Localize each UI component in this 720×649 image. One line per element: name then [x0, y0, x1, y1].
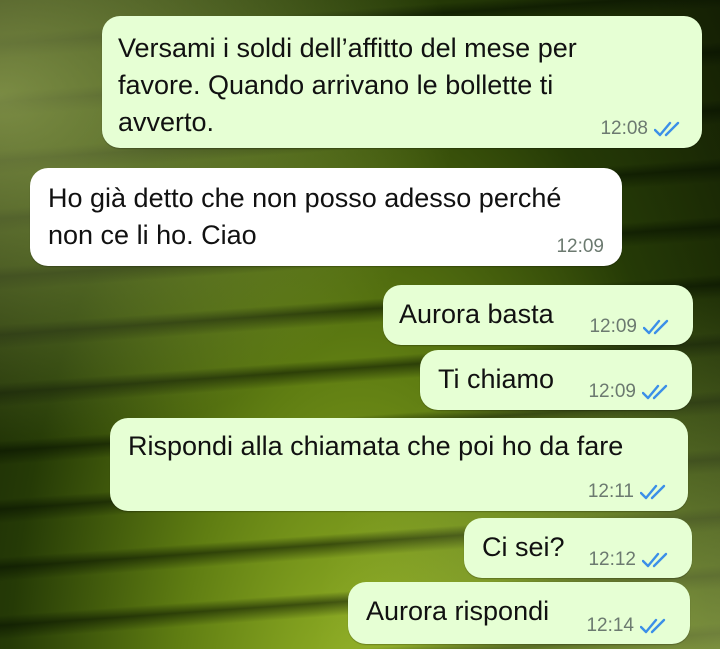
read-double-check-icon	[640, 484, 666, 500]
message-time: 12:12	[588, 549, 636, 570]
message-time: 12:11	[587, 481, 634, 502]
message-meta: 12:09	[589, 317, 673, 337]
message-time: 12:09	[556, 236, 604, 257]
message-meta: 12:08	[600, 119, 684, 139]
message-time: 12:09	[588, 381, 636, 402]
message-meta: 12:09	[588, 382, 672, 402]
message-time: 12:08	[600, 118, 648, 139]
read-double-check-icon	[643, 319, 669, 335]
read-double-check-icon	[640, 618, 666, 634]
outgoing-message-bubble[interactable]: Versami i soldi dell’affitto del mese pe…	[102, 16, 702, 148]
message-meta: 12:09	[556, 237, 604, 257]
outgoing-message-bubble[interactable]: Aurora basta 12:09	[383, 285, 693, 345]
incoming-message-bubble[interactable]: Ho già detto che non posso adesso perché…	[30, 168, 622, 266]
outgoing-message-bubble[interactable]: Ti chiamo 12:09	[420, 350, 692, 410]
read-double-check-icon	[642, 552, 668, 568]
chat-message-list[interactable]: Versami i soldi dell’affitto del mese pe…	[0, 0, 720, 649]
message-meta: 12:11	[588, 482, 670, 502]
message-time: 12:09	[589, 316, 637, 337]
message-time: 12:14	[586, 615, 634, 636]
message-text: Versami i soldi dell’affitto del mese pe…	[118, 33, 577, 137]
message-text: Rispondi alla chiamata che poi ho da far…	[128, 431, 624, 461]
message-meta: 12:14	[586, 616, 670, 636]
read-double-check-icon	[654, 121, 680, 137]
outgoing-message-bubble[interactable]: Rispondi alla chiamata che poi ho da far…	[110, 418, 688, 511]
outgoing-message-bubble[interactable]: Ci sei? 12:12	[464, 518, 692, 578]
read-double-check-icon	[642, 384, 668, 400]
outgoing-message-bubble[interactable]: Aurora rispondi 12:14	[348, 582, 690, 644]
message-text: Ho già detto che non posso adesso perché…	[48, 183, 562, 250]
message-meta: 12:12	[588, 550, 672, 570]
